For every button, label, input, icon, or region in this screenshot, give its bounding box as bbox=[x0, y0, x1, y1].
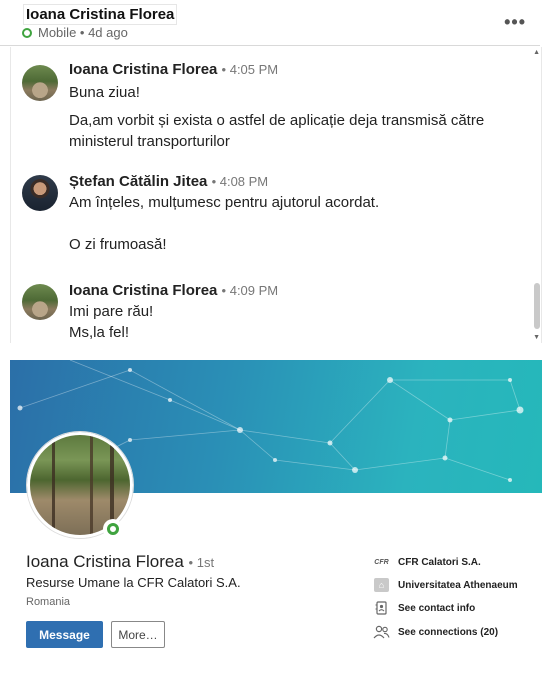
online-status-icon bbox=[22, 27, 32, 38]
connection-degree: • 1st bbox=[188, 555, 215, 570]
people-icon bbox=[373, 625, 390, 639]
company-logo-icon: CFR bbox=[374, 558, 389, 566]
avatar[interactable] bbox=[22, 65, 58, 101]
info-company[interactable]: CFR CFR Calatori S.A. bbox=[373, 555, 481, 569]
sender-name[interactable]: Ștefan Cătălin Jitea bbox=[69, 173, 207, 190]
message-text: Buna ziua! bbox=[69, 84, 140, 101]
message-text: Imi pare rău! bbox=[69, 303, 154, 320]
more-button[interactable]: More… bbox=[111, 621, 165, 648]
info-company-text[interactable]: CFR Calatori S.A. bbox=[398, 557, 481, 568]
school-logo-icon: ⌂ bbox=[373, 578, 390, 592]
profile-headline: Resurse Umane la CFR Calatori S.A. bbox=[26, 575, 241, 590]
avatar[interactable] bbox=[22, 175, 58, 211]
profile-location: Romania bbox=[26, 596, 71, 608]
message-list[interactable]: Ioana Cristina Florea • 4:05 PM Buna ziu… bbox=[10, 47, 542, 343]
conversation-title[interactable]: Ioana Cristina Florea bbox=[23, 4, 178, 25]
scrollbar-thumb[interactable] bbox=[534, 283, 540, 329]
info-school-text[interactable]: Universitatea Athenaeum bbox=[398, 580, 518, 591]
info-connections[interactable]: See connections (20) bbox=[373, 625, 498, 639]
presence-status: Mobile • 4d ago bbox=[22, 25, 128, 40]
info-contact-text[interactable]: See contact info bbox=[398, 603, 475, 614]
message-sender[interactable]: Ioana Cristina Florea • 4:05 PM bbox=[69, 61, 278, 78]
contact-card-icon bbox=[373, 601, 390, 615]
message-text: Am înțeles, mulțumesc pentru ajutorul ac… bbox=[69, 194, 380, 211]
profile-name-text[interactable]: Ioana Cristina Florea bbox=[26, 552, 184, 571]
scrollbar[interactable]: ▲ ▼ bbox=[533, 47, 540, 343]
profile-name[interactable]: Ioana Cristina Florea • 1st bbox=[26, 552, 214, 572]
online-indicator-icon bbox=[103, 519, 123, 539]
message-time: • 4:08 PM bbox=[211, 174, 269, 189]
info-contact[interactable]: See contact info bbox=[373, 601, 475, 615]
conversation-header: Ioana Cristina Florea Mobile • 4d ago ••… bbox=[0, 0, 540, 46]
message-sender[interactable]: Ioana Cristina Florea • 4:09 PM bbox=[69, 282, 278, 299]
info-school[interactable]: ⌂ Universitatea Athenaeum bbox=[373, 578, 518, 592]
more-options-icon[interactable]: ••• bbox=[504, 12, 526, 33]
scroll-down-icon[interactable]: ▼ bbox=[533, 334, 540, 341]
message-button[interactable]: Message bbox=[26, 621, 103, 648]
sender-name[interactable]: Ioana Cristina Florea bbox=[69, 61, 217, 78]
message-text: O zi frumoasă! bbox=[69, 236, 167, 253]
message-text: Ms,la fel! bbox=[69, 324, 130, 341]
message-text: Da,am vorbit și exista o astfel de aplic… bbox=[69, 112, 485, 150]
message-time: • 4:09 PM bbox=[221, 283, 279, 298]
presence-status-text: Mobile • 4d ago bbox=[38, 25, 128, 40]
message-sender[interactable]: Ștefan Cătălin Jitea • 4:08 PM bbox=[69, 173, 268, 190]
sender-name[interactable]: Ioana Cristina Florea bbox=[69, 282, 217, 299]
message-time: • 4:05 PM bbox=[221, 62, 279, 77]
scroll-up-icon[interactable]: ▲ bbox=[533, 49, 540, 56]
messaging-window: Ioana Cristina Florea Mobile • 4d ago ••… bbox=[0, 0, 543, 675]
info-connections-text[interactable]: See connections (20) bbox=[398, 627, 498, 638]
avatar[interactable] bbox=[22, 284, 58, 320]
